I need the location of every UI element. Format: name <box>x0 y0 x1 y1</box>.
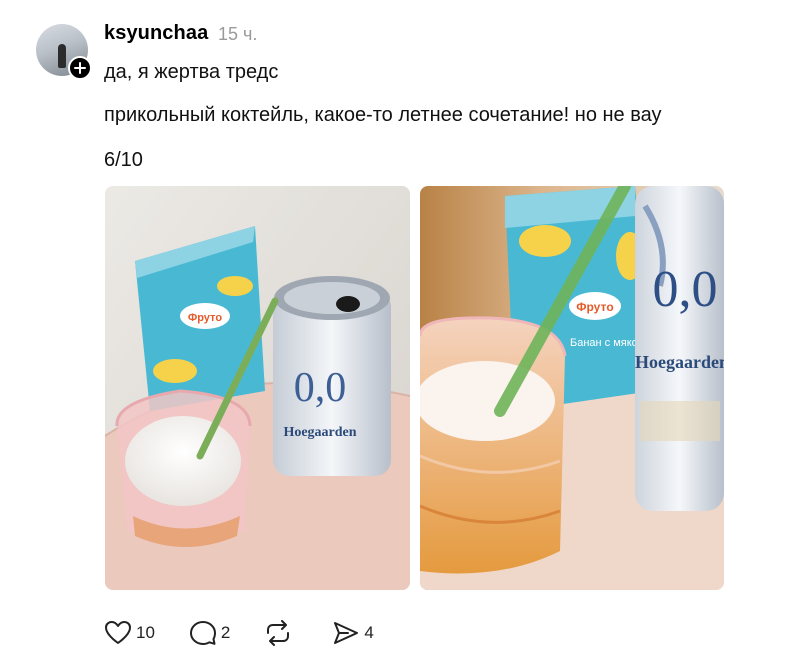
comment-count: 2 <box>220 623 231 642</box>
comment-icon <box>189 621 216 645</box>
avatar-figure <box>58 44 66 68</box>
can-text: 0,0 <box>653 261 718 318</box>
pack-brand: Фрутo <box>188 312 223 324</box>
username[interactable]: ksyunchaa <box>104 22 208 45</box>
post-photo-1[interactable]: Фрутo 0,0 Hoegaarden <box>105 186 410 590</box>
plus-icon <box>74 62 86 74</box>
share-count: 4 <box>364 623 374 642</box>
follow-button[interactable] <box>68 56 92 80</box>
comment-button[interactable]: 2 <box>189 620 230 646</box>
post-actions: 10 2 4 <box>104 618 374 648</box>
send-icon <box>334 622 359 644</box>
cocktail-glass <box>115 389 252 547</box>
heart-icon <box>105 621 131 644</box>
cocktail-glass <box>420 316 567 574</box>
repost-icon <box>267 620 290 646</box>
repost-button[interactable] <box>264 620 296 646</box>
can-text: 0,0 <box>294 365 347 411</box>
like-count: 10 <box>136 623 155 642</box>
post-rating: 6/10 <box>104 149 143 171</box>
can-brand: Hoegaarden <box>283 425 356 440</box>
beer-can: 0,0 Hoegaarden <box>273 276 391 476</box>
beer-can: 0,0 Hoegaarden <box>635 186 724 511</box>
post-photo-2[interactable]: Фрутo Банан с мякотью 0,0 Hoegaarden <box>420 186 724 590</box>
avatar[interactable] <box>36 24 92 80</box>
post-text-line: да, я жертва тредс <box>104 61 279 83</box>
pack-brand: Фрутo <box>576 300 613 314</box>
post-text-line: прикольный коктейль, какое-то летнее соч… <box>104 104 662 126</box>
can-brand: Hoegaarden <box>635 352 724 372</box>
share-button[interactable]: 4 <box>332 620 374 646</box>
post-time: 15 ч. <box>218 24 258 44</box>
like-button[interactable]: 10 <box>104 620 155 646</box>
